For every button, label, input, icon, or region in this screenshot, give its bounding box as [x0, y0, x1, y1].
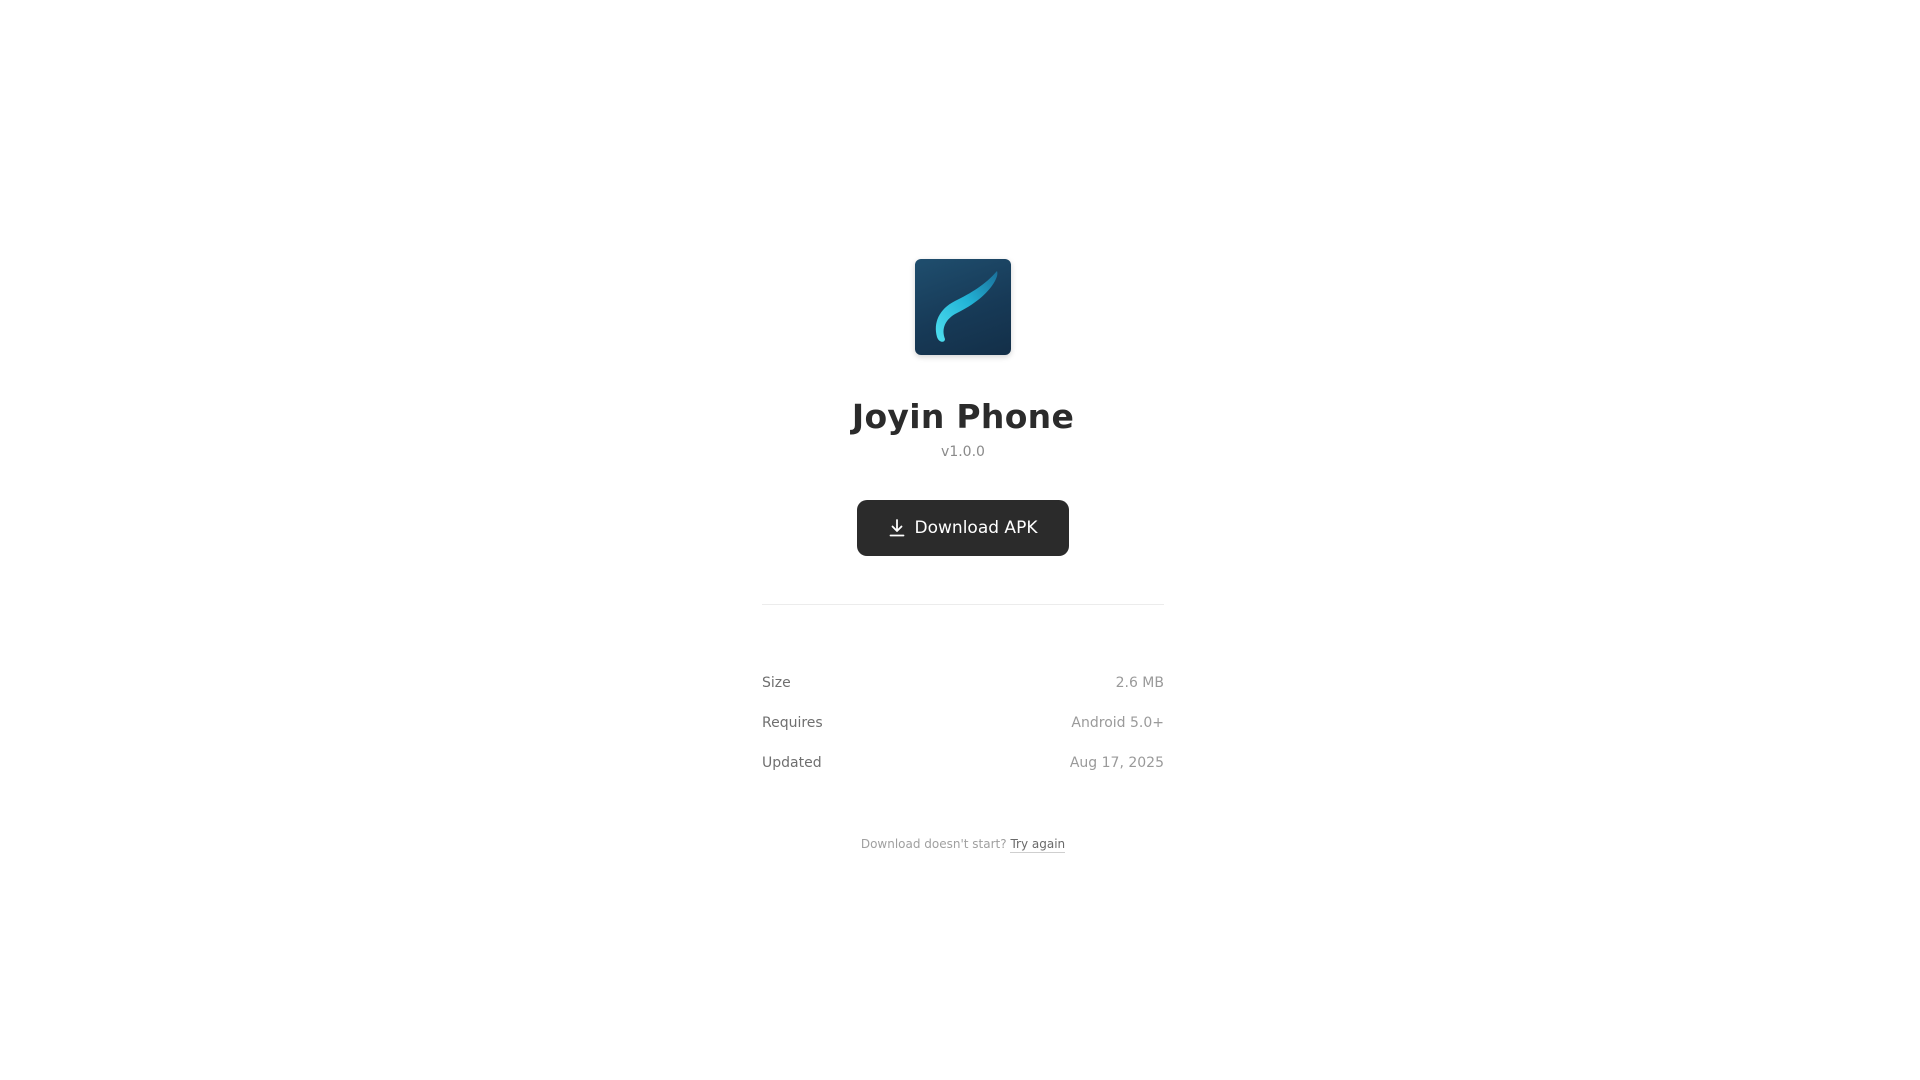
detail-label: Size: [762, 675, 791, 691]
detail-value: Aug 17, 2025: [1069, 755, 1164, 771]
detail-row-size: Size 2.6 MB: [762, 663, 1164, 703]
detail-label: Updated: [762, 755, 822, 771]
download-help-prompt: Download doesn't start?: [860, 837, 1007, 851]
download-help-note: Download doesn't start? Try again: [860, 837, 1066, 853]
app-title: Joyin Phone: [851, 397, 1075, 436]
divider: [762, 604, 1164, 605]
download-apk-button[interactable]: Download APK: [857, 500, 1069, 556]
detail-value: Android 5.0+: [1071, 715, 1164, 731]
app-version: v1.0.0: [941, 444, 985, 460]
joyin-logo-icon: [915, 259, 1011, 355]
download-button-label: Download APK: [914, 518, 1038, 538]
detail-row-updated: Updated Aug 17, 2025: [762, 743, 1164, 783]
detail-value: 2.6 MB: [1115, 675, 1164, 691]
download-card: Joyin Phone v1.0.0 Download APK Size 2.6…: [762, 259, 1164, 853]
download-page: Joyin Phone v1.0.0 Download APK Size 2.6…: [0, 0, 1920, 1080]
download-icon: [889, 519, 905, 537]
app-details-list: Size 2.6 MB Requires Android 5.0+ Update…: [762, 663, 1164, 783]
try-again-link[interactable]: Try again: [1010, 837, 1066, 853]
detail-label: Requires: [762, 715, 823, 731]
detail-row-requires: Requires Android 5.0+: [762, 703, 1164, 743]
